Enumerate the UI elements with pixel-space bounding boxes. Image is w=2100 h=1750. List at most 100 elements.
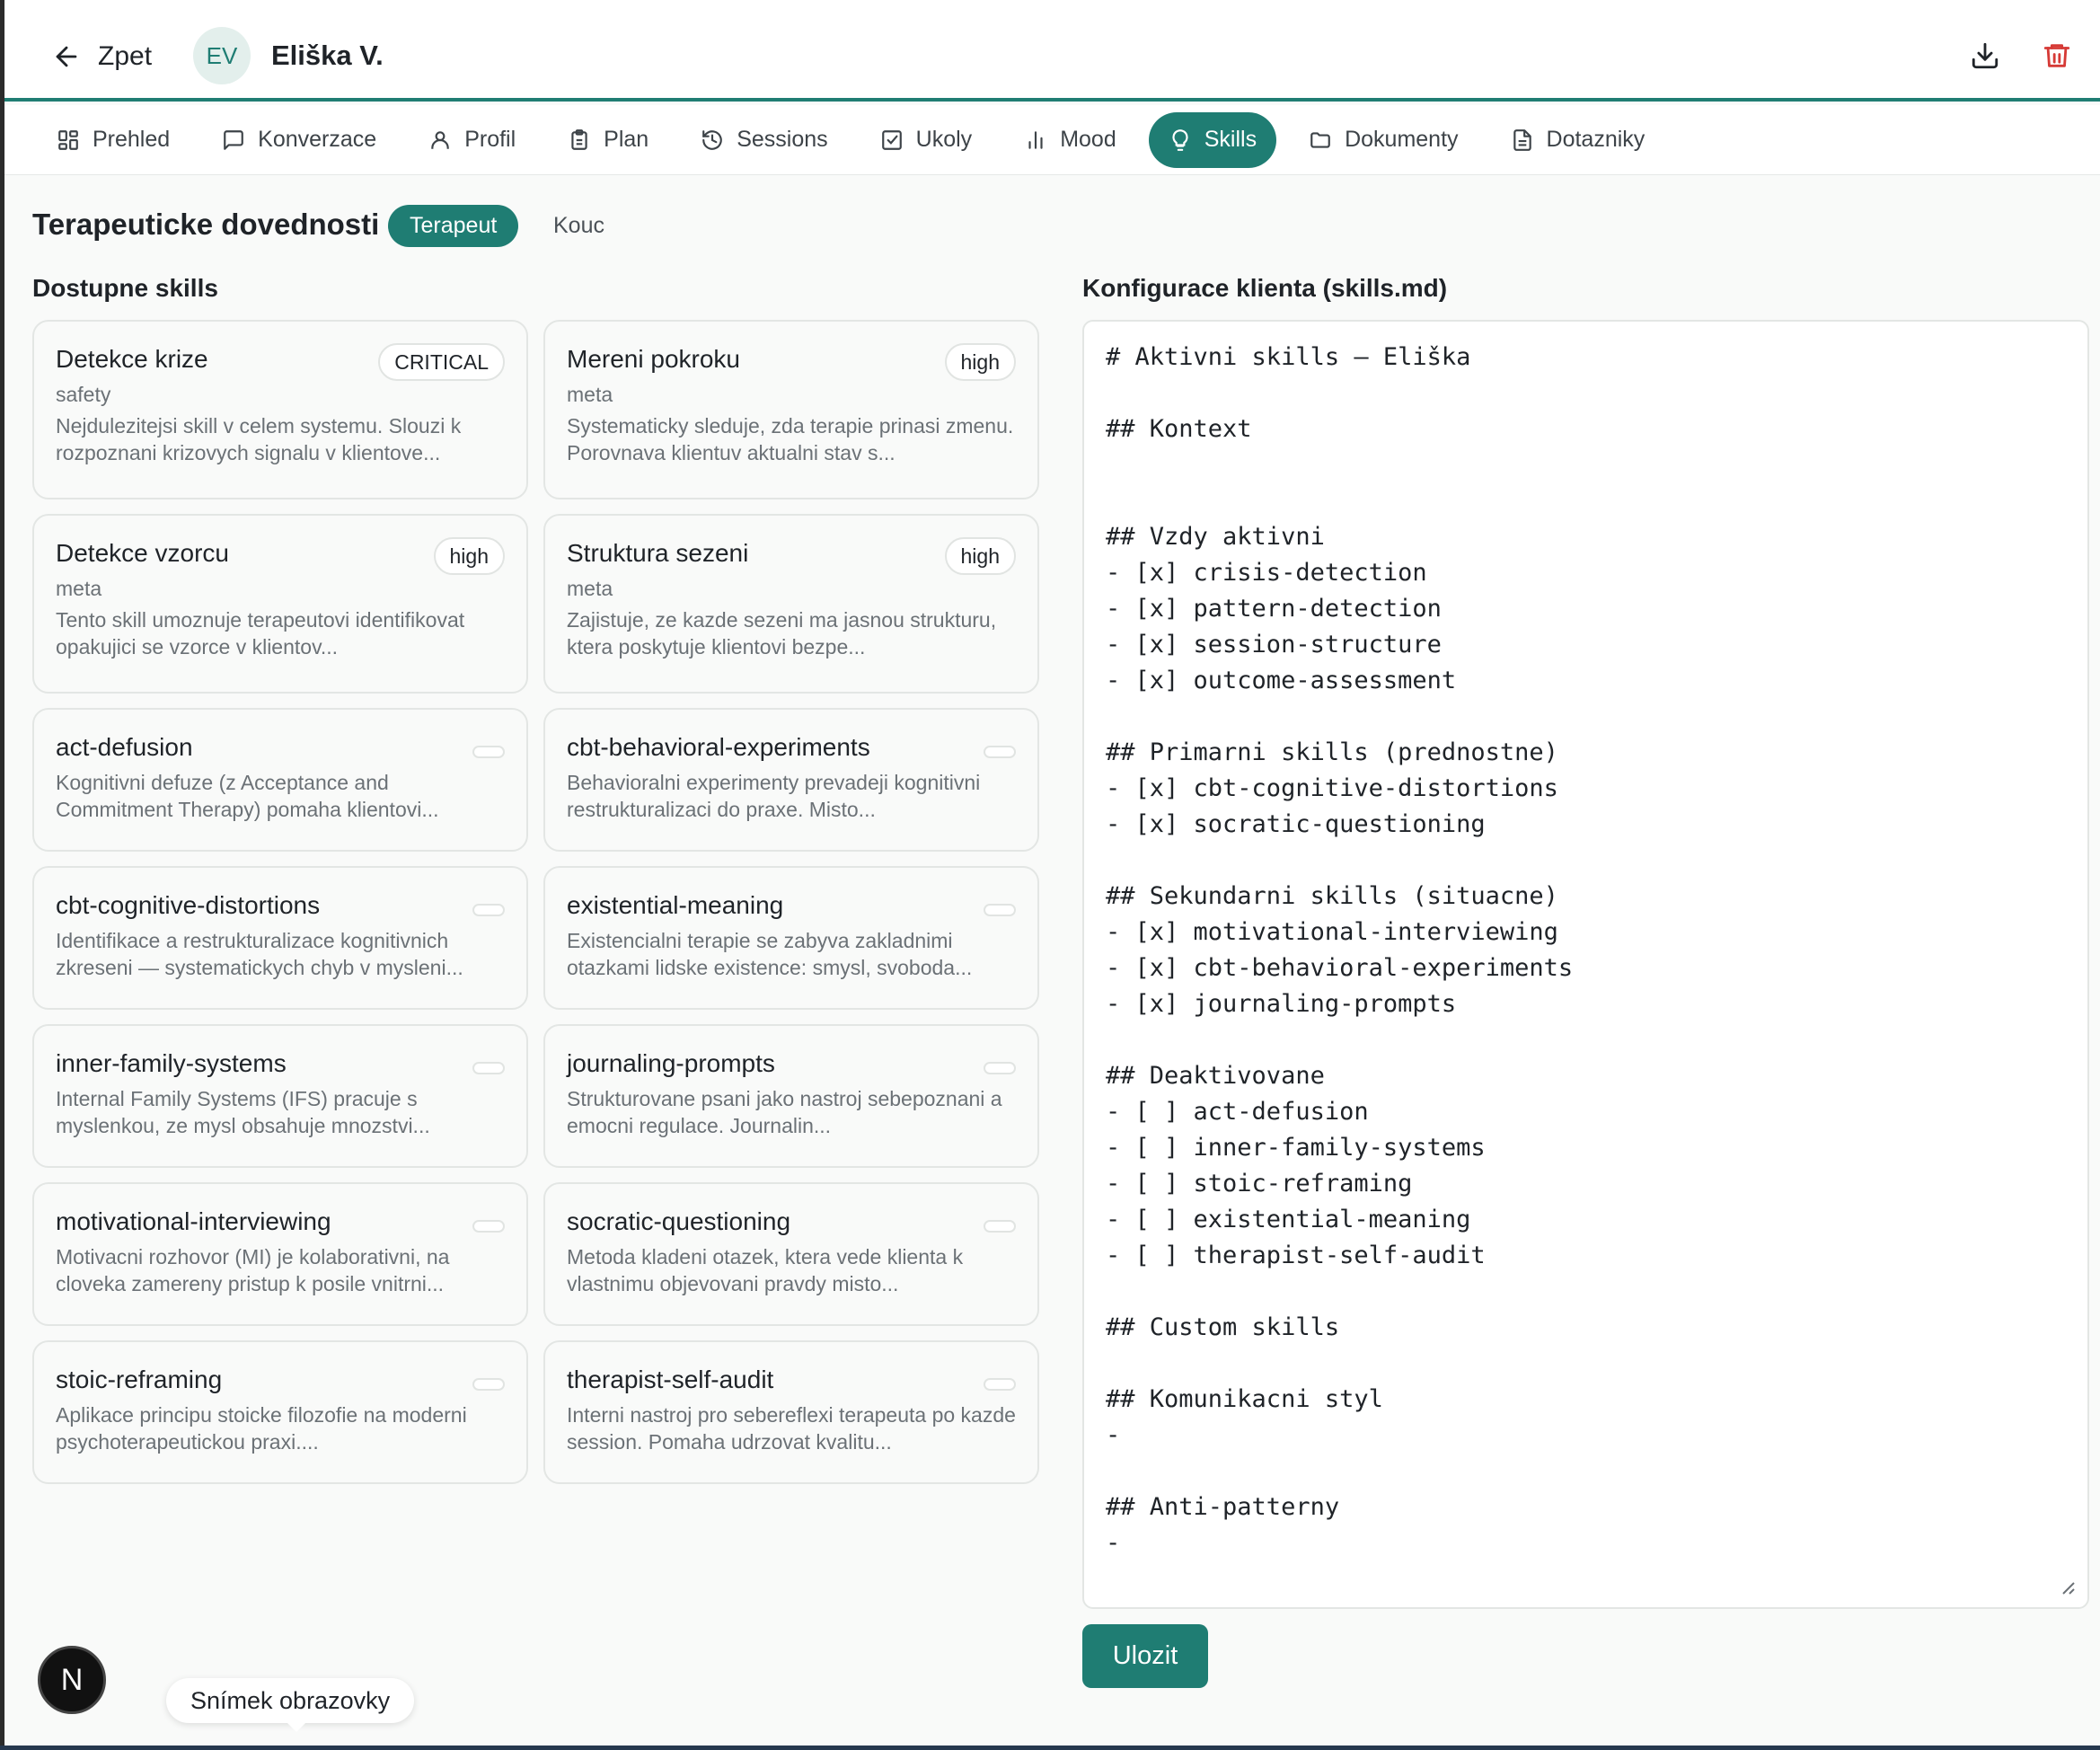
skill-description: Interni nastroj pro sebereflexi terapeut… <box>567 1403 1016 1454</box>
user-icon <box>431 130 449 149</box>
tab-konverzace[interactable]: Konverzace <box>202 112 396 168</box>
trash-icon <box>2043 44 2070 67</box>
skill-name: journaling-prompts <box>567 1049 775 1077</box>
tab-bar: Prehled Konverzace Profil Plan Sessions … <box>4 105 2100 175</box>
tab-label: Sessions <box>737 127 828 152</box>
skills-md-editor[interactable]: # Aktivni skills — Eliška ## Kontext ## … <box>1082 320 2089 1609</box>
next-dev-badge[interactable]: N <box>38 1646 106 1714</box>
skill-toggle[interactable] <box>984 746 1016 758</box>
tab-label: Dotazniky <box>1546 127 1646 152</box>
back-label: Zpet <box>98 41 153 71</box>
skill-card[interactable]: cbt-behavioral-experiments Behavioralni … <box>543 708 1039 852</box>
window-edge <box>0 0 4 1750</box>
skill-description: Kognitivni defuze (z Acceptance and Comm… <box>56 771 439 821</box>
skill-card[interactable]: act-defusion Kognitivni defuze (z Accept… <box>32 708 528 852</box>
avatar: EV <box>193 27 251 84</box>
screenshot-tooltip: Snímek obrazovky <box>166 1678 415 1723</box>
bar-chart-icon <box>1028 130 1043 149</box>
skill-name: motivational-interviewing <box>56 1207 331 1235</box>
tab-dokumenty[interactable]: Dokumenty <box>1289 112 1478 168</box>
skill-toggle[interactable] <box>472 746 505 758</box>
skill-description: Tento skill umoznuje terapeutovi identif… <box>56 608 465 658</box>
priority-badge: high <box>433 537 505 575</box>
skill-card[interactable]: motivational-interviewing Motivacni rozh… <box>32 1182 528 1326</box>
download-button[interactable] <box>1967 38 2003 74</box>
skill-card[interactable]: Detekce krize CRITICAL safety Nejdulezit… <box>32 320 528 499</box>
skill-name: therapist-self-audit <box>567 1366 774 1393</box>
skill-toggle[interactable] <box>984 904 1016 916</box>
config-title: Konfigurace klienta (skills.md) <box>1082 274 1448 302</box>
download-icon <box>1972 42 1999 69</box>
client-name: Eliška V. <box>271 40 384 71</box>
tab-label: Konverzace <box>258 127 377 152</box>
priority-badge: high <box>944 343 1016 381</box>
tab-mood[interactable]: Mood <box>1004 112 1136 168</box>
resize-grip-icon[interactable] <box>2060 1579 2076 1595</box>
clipboard-icon <box>571 128 587 150</box>
grid-icon <box>58 129 78 150</box>
skill-name: cbt-behavioral-experiments <box>567 733 870 761</box>
tab-label: Dokumenty <box>1345 127 1459 152</box>
checkbox-icon <box>881 129 902 150</box>
skill-category: meta <box>567 383 613 406</box>
save-button[interactable]: Ulozit <box>1082 1624 1208 1688</box>
tooltip-tail <box>286 1721 307 1732</box>
skill-name: cbt-cognitive-distortions <box>56 891 321 919</box>
skill-name: inner-family-systems <box>56 1049 287 1077</box>
skill-category: safety <box>56 383 111 406</box>
delete-button[interactable] <box>2039 38 2075 74</box>
skill-card[interactable]: socratic-questioning Metoda kladeni otaz… <box>543 1182 1039 1326</box>
back-button[interactable]: Zpet <box>51 34 152 79</box>
skill-description: Metoda kladeni otazek, ktera vede klient… <box>567 1245 964 1295</box>
skill-toggle[interactable] <box>472 1220 505 1233</box>
skill-description: Systematicky sleduje, zda terapie prinas… <box>567 414 1014 464</box>
arrow-left-icon <box>56 46 77 67</box>
document-icon <box>1513 128 1531 151</box>
skill-category: meta <box>56 577 102 600</box>
skill-card[interactable]: therapist-self-audit Interni nastroj pro… <box>543 1340 1039 1484</box>
tab-plan[interactable]: Plan <box>548 112 668 168</box>
tab-ukoly[interactable]: Ukoly <box>860 112 993 168</box>
available-skills-title: Dostupne skills <box>32 274 218 302</box>
skill-card[interactable]: stoic-reframing Aplikace principu stoick… <box>32 1340 528 1484</box>
skill-card[interactable]: cbt-cognitive-distortions Identifikace a… <box>32 866 528 1010</box>
skills-grid: Detekce krize CRITICAL safety Nejdulezit… <box>32 320 1039 1484</box>
chat-icon <box>224 129 244 150</box>
skill-card[interactable]: Detekce vzorcu high meta Tento skill umo… <box>32 514 528 694</box>
tab-label: Mood <box>1060 127 1116 152</box>
tab-dotazniky[interactable]: Dotazniky <box>1491 112 1665 168</box>
skill-description: Internal Family Systems (IFS) pracuje s … <box>56 1087 430 1137</box>
skill-name: stoic-reframing <box>56 1366 223 1393</box>
skill-toggle[interactable] <box>472 1378 505 1391</box>
skill-toggle[interactable] <box>984 1378 1016 1391</box>
tab-prehled[interactable]: Prehled <box>37 112 190 168</box>
tab-label: Profil <box>464 127 516 152</box>
skill-description: Motivacni rozhovor (MI) je kolaborativni… <box>56 1245 450 1295</box>
tab-skills[interactable]: Skills <box>1148 111 1277 168</box>
skill-card[interactable]: journaling-prompts Strukturovane psani j… <box>543 1024 1039 1168</box>
role-terapeut-button[interactable]: Terapeut <box>388 205 519 247</box>
page-title: Terapeuticke dovednosti <box>32 208 380 241</box>
skill-card[interactable]: existential-meaning Existencialni terapi… <box>543 866 1039 1010</box>
top-bar: Zpet EV Eliška V. <box>4 0 2100 102</box>
skill-toggle[interactable] <box>984 1062 1016 1074</box>
tab-sessions[interactable]: Sessions <box>681 112 847 168</box>
skill-name: socratic-questioning <box>567 1207 791 1235</box>
skill-description: Identifikace a restrukturalizace kogniti… <box>56 929 463 979</box>
priority-badge: CRITICAL <box>378 343 505 381</box>
skill-description: Aplikace principu stoicke filozofie na m… <box>56 1403 467 1454</box>
skill-card[interactable]: Struktura sezeni high meta Zajistuje, ze… <box>543 514 1039 694</box>
skill-description: Existencialni terapie se zabyva zakladni… <box>567 929 973 979</box>
skill-toggle[interactable] <box>472 904 505 916</box>
skill-toggle[interactable] <box>472 1062 505 1074</box>
skill-card[interactable]: Mereni pokroku high meta Systematicky sl… <box>543 320 1039 499</box>
skill-card[interactable]: inner-family-systems Internal Family Sys… <box>32 1024 528 1168</box>
window-edge-bottom <box>0 1746 2100 1750</box>
skill-description: Strukturovane psani jako nastroj sebepoz… <box>567 1087 1002 1137</box>
priority-badge: high <box>944 537 1016 575</box>
skill-description: Behavioralni experimenty prevadeji kogni… <box>567 771 981 821</box>
tab-profil[interactable]: Profil <box>409 112 535 168</box>
folder-icon <box>1310 131 1330 148</box>
role-kouc-button[interactable]: Kouc <box>532 205 626 247</box>
skill-toggle[interactable] <box>984 1220 1016 1233</box>
